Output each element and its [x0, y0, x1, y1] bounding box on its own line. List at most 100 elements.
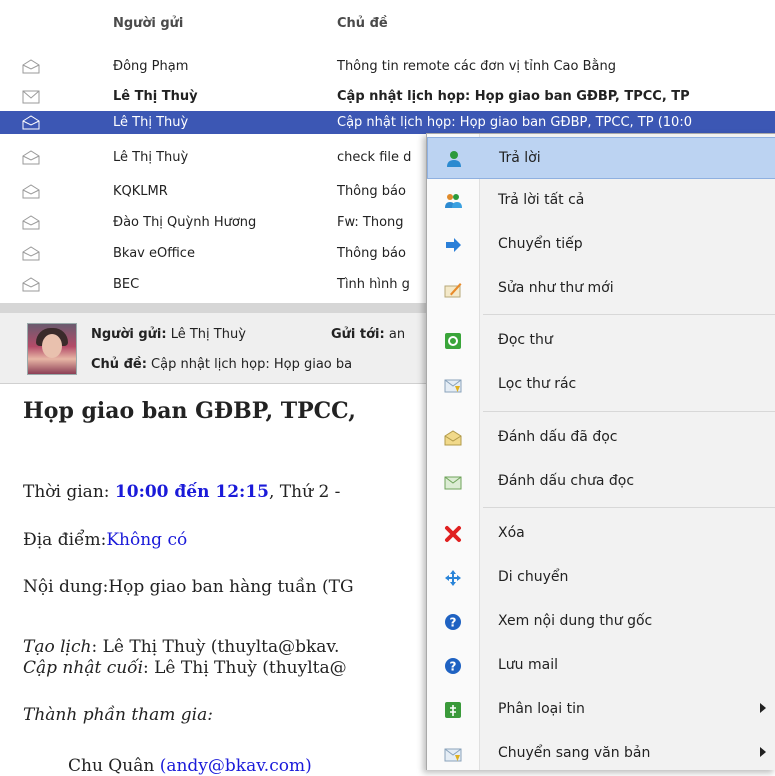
menu-item-view-source[interactable]: ? Xem nội dung thư gốc — [427, 601, 775, 643]
reading-pane-from: Người gửi: Lê Thị Thuỳ — [91, 327, 246, 342]
message-subject: Thông tin remote các đơn vị tỉnh Cao Bằn… — [337, 59, 616, 74]
menu-item-label: Xem nội dung thư gốc — [498, 613, 653, 629]
menu-item-categorize[interactable]: Phân loại tin — [427, 689, 775, 731]
message-subject: Tình hình g — [337, 277, 410, 292]
message-sender: Đông Phạm — [113, 59, 189, 74]
forward-icon — [446, 238, 461, 252]
message-title: Họp giao ban GĐBP, TPCC, — [23, 398, 356, 424]
envelope-closed-icon — [22, 90, 40, 104]
context-menu: Trả lời Trả lời tất cả Chuyển tiếp Sửa n… — [426, 133, 775, 770]
participants-label: Thành phần tham gia: — [23, 705, 213, 725]
move-icon — [445, 570, 461, 586]
time-rest: , Thứ 2 - — [269, 482, 341, 502]
svg-text:?: ? — [450, 616, 457, 630]
message-list-header: Người gửi Chủ đề — [0, 0, 775, 38]
created-label: Tạo lịch — [23, 637, 92, 657]
help-icon: ? — [445, 614, 461, 630]
envelope-open-icon — [22, 184, 40, 199]
participant-email[interactable]: (andy@bkav.com) — [160, 756, 312, 776]
spam-filter-icon — [444, 379, 462, 393]
menu-item-label: Sửa như thư mới — [498, 280, 614, 296]
message-sender: Bkav eOffice — [113, 246, 195, 261]
mark-read-icon — [444, 430, 462, 446]
participant-item: Chu Quân (andy@bkav.com) — [68, 756, 312, 776]
menu-item-mark-unread[interactable]: Đánh dấu chưa đọc — [427, 461, 775, 503]
envelope-open-icon — [22, 150, 40, 165]
updated-label: Cập nhật cuối — [23, 658, 144, 678]
message-subject: Cập nhật lịch họp: Họp giao ban GĐBP, TP… — [337, 89, 690, 104]
message-subject: Cập nhật lịch họp: Họp giao ban GĐBP, TP… — [337, 115, 692, 130]
read-mail-icon — [445, 333, 461, 349]
menu-item-label: Đánh dấu đã đọc — [498, 429, 618, 445]
message-sender: Lê Thị Thuỳ — [113, 89, 198, 104]
convert-document-icon — [444, 748, 462, 762]
menu-item-label: Phân loại tin — [498, 701, 585, 717]
column-header-subject[interactable]: Chủ đề — [337, 16, 388, 31]
menu-separator — [483, 411, 775, 412]
message-sender: Đào Thị Quỳnh Hương — [113, 215, 257, 230]
created-value: : Lê Thị Thuỳ (thuylta@bkav. — [91, 637, 340, 657]
menu-item-edit-as-new[interactable]: Sửa như thư mới — [427, 268, 775, 310]
to-label: Gửi tới: — [331, 327, 385, 342]
message-sender: Lê Thị Thuỳ — [113, 115, 189, 130]
meeting-time: Thời gian: 10:00 đến 12:15, Thứ 2 - — [23, 482, 340, 502]
meeting-place: Địa điểm:Không có — [23, 530, 187, 550]
help-icon: ? — [445, 658, 461, 674]
menu-separator — [483, 507, 775, 508]
menu-item-label: Lưu mail — [498, 657, 558, 673]
envelope-open-icon — [22, 246, 40, 261]
edit-as-new-icon — [444, 283, 462, 298]
message-subject: Thông báo — [337, 246, 406, 261]
message-row[interactable]: Đông Phạm Thông tin remote các đơn vị tỉ… — [0, 55, 775, 78]
envelope-open-icon — [22, 115, 40, 130]
svg-text:?: ? — [450, 660, 457, 674]
menu-item-delete[interactable]: Xóa — [427, 513, 775, 555]
menu-item-label: Đọc thư — [498, 332, 553, 348]
participant-name: Chu Quân — [68, 756, 155, 776]
menu-item-spam-filter[interactable]: Lọc thư rác — [427, 364, 775, 406]
menu-item-label: Di chuyển — [498, 569, 569, 585]
menu-item-reply[interactable]: Trả lời — [427, 137, 775, 179]
submenu-arrow-icon — [760, 703, 766, 713]
menu-separator — [483, 314, 775, 315]
subject-label: Chủ đề: — [91, 357, 147, 372]
avatar — [27, 323, 77, 375]
submenu-arrow-icon — [760, 747, 766, 757]
envelope-open-icon — [22, 277, 40, 292]
menu-item-read-mail[interactable]: Đọc thư — [427, 320, 775, 362]
place-value: Không có — [106, 530, 188, 550]
message-subject: Fw: Thong — [337, 215, 404, 230]
menu-item-mark-read[interactable]: Đánh dấu đã đọc — [427, 417, 775, 459]
created-by: Tạo lịch: Lê Thị Thuỳ (thuylta@bkav. — [23, 637, 339, 657]
menu-item-label: Xóa — [498, 525, 525, 541]
message-sender: Lê Thị Thuỳ — [113, 150, 189, 165]
message-subject: Thông báo — [337, 184, 406, 199]
updated-by: Cập nhật cuối: Lê Thị Thuỳ (thuylta@ — [23, 658, 347, 678]
menu-item-reply-all[interactable]: Trả lời tất cả — [427, 180, 775, 222]
menu-item-label: Đánh dấu chưa đọc — [498, 473, 635, 489]
mark-unread-icon — [444, 476, 462, 490]
reading-pane-subject: Chủ đề: Cập nhật lịch họp: Họp giao ba — [91, 357, 352, 372]
from-value: Lê Thị Thuỳ — [166, 327, 246, 342]
menu-item-label: Chuyển sang văn bản — [498, 745, 651, 761]
categorize-icon — [445, 702, 461, 718]
message-row-selected[interactable]: Lê Thị Thuỳ Cập nhật lịch họp: Họp giao … — [0, 111, 775, 134]
column-header-sender[interactable]: Người gửi — [113, 16, 183, 31]
time-label: Thời gian: — [23, 482, 115, 502]
time-value: 10:00 đến 12:15 — [114, 482, 269, 502]
menu-item-label: Lọc thư rác — [498, 376, 577, 392]
updated-value: : Lê Thị Thuỳ (thuylta@ — [143, 658, 347, 678]
menu-item-forward[interactable]: Chuyển tiếp — [427, 224, 775, 266]
meeting-content: Nội dung:Họp giao ban hàng tuần (TG — [23, 577, 354, 597]
message-sender: KQKLMR — [113, 184, 168, 199]
message-sender: BEC — [113, 277, 140, 292]
reply-icon — [447, 151, 461, 167]
menu-item-move[interactable]: Di chuyển — [427, 557, 775, 599]
from-label: Người gửi: — [91, 327, 167, 342]
menu-item-label: Chuyển tiếp — [498, 236, 583, 252]
message-row[interactable]: Lê Thị Thuỳ Cập nhật lịch họp: Họp giao … — [0, 85, 775, 108]
to-value: an — [384, 327, 406, 342]
delete-icon — [445, 526, 461, 542]
menu-item-save-mail[interactable]: ? Lưu mail — [427, 645, 775, 687]
message-subject: check file d — [337, 150, 412, 165]
